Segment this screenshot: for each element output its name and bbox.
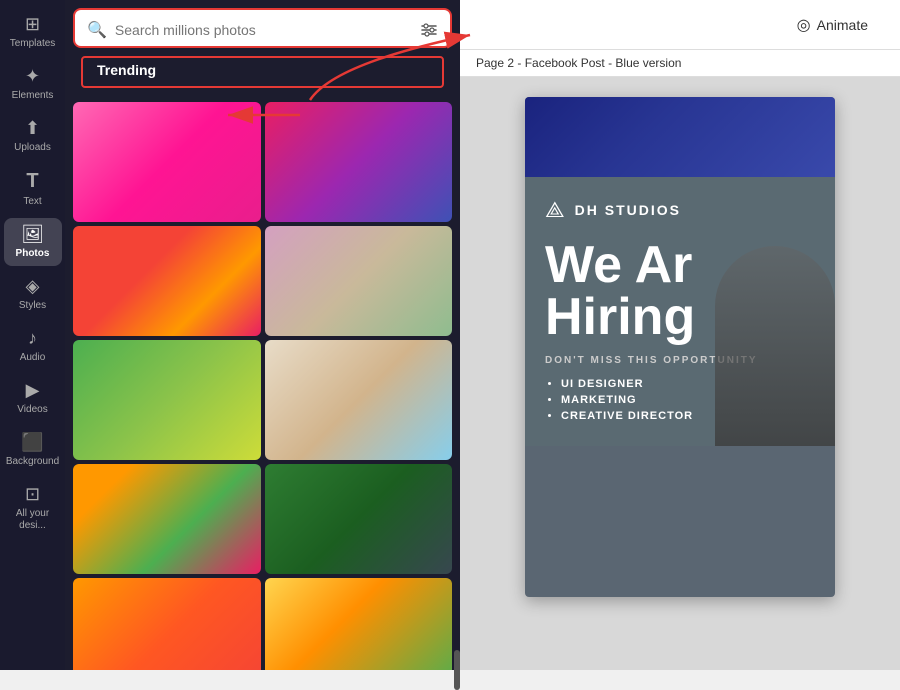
uploads-icon: ⬆ (25, 118, 40, 139)
sidebar-label-audio: Audio (20, 352, 46, 364)
sidebar-item-videos[interactable]: ▶ Videos (4, 374, 62, 422)
photo-item[interactable] (265, 340, 453, 460)
main-area: ◎ Animate Page 2 - Facebook Post - Blue … (460, 0, 900, 670)
templates-icon: ⊞ (25, 14, 40, 35)
styles-icon: ◈ (26, 276, 40, 297)
sidebar-label-photos: Photos (16, 248, 50, 260)
alldesigns-icon: ⊡ (25, 484, 40, 505)
sidebar-item-photos[interactable]: 🖼 Photos (4, 218, 62, 266)
elements-icon: ✦ (25, 66, 40, 87)
canvas-top-blue (525, 97, 835, 177)
canvas-body: ⟁ DH STUDIOS We Ar Hiring DON'T MISS THI… (525, 177, 835, 446)
sidebar-label-alldesigns: All your desi... (8, 508, 58, 532)
top-bar: ◎ Animate (460, 0, 900, 50)
sidebar-item-templates[interactable]: ⊞ Templates (4, 8, 62, 56)
photos-icon: 🖼 (21, 224, 44, 245)
dh-logo-text: DH STUDIOS (575, 202, 681, 218)
sidebar-item-background[interactable]: ⬛ Background (4, 426, 62, 474)
sidebar-label-videos: Videos (17, 404, 47, 416)
photo-item[interactable] (265, 226, 453, 336)
dh-logo: ⟁ DH STUDIOS (545, 197, 815, 223)
animate-icon: ◎ (797, 15, 811, 35)
videos-icon: ▶ (26, 380, 40, 401)
search-icon: 🔍 (87, 20, 107, 40)
sidebar-label-templates: Templates (10, 38, 56, 50)
sidebar-item-audio[interactable]: ♪ Audio (4, 322, 62, 370)
trending-label: Trending (81, 56, 444, 88)
photo-item[interactable] (73, 226, 261, 336)
figure-silhouette (715, 246, 835, 446)
sidebar-label-text: Text (23, 196, 41, 208)
photo-item[interactable] (265, 578, 453, 670)
dh-logo-icon: ⟁ (545, 197, 565, 223)
photo-item[interactable] (73, 578, 261, 670)
canvas-label: Page 2 - Facebook Post - Blue version (460, 50, 900, 77)
text-icon: T (26, 170, 38, 193)
sidebar-label-styles: Styles (19, 300, 46, 312)
sidebar-item-alldesigns[interactable]: ⊡ All your desi... (4, 478, 62, 538)
photo-item[interactable] (73, 102, 261, 222)
sidebar-item-text[interactable]: T Text (4, 164, 62, 214)
canvas-preview: ⟁ DH STUDIOS We Ar Hiring DON'T MISS THI… (460, 77, 900, 670)
sidebar-label-elements: Elements (12, 90, 54, 102)
sidebar-item-uploads[interactable]: ⬆ Uploads (4, 112, 62, 160)
filter-button[interactable] (420, 21, 438, 39)
photo-item[interactable] (73, 464, 261, 574)
sidebar-item-elements[interactable]: ✦ Elements (4, 60, 62, 108)
photos-panel: 🔍 Trending (65, 0, 460, 670)
sidebar-label-uploads: Uploads (14, 142, 51, 154)
photo-grid (65, 102, 460, 670)
sidebar: ⊞ Templates ✦ Elements ⬆ Uploads T Text … (0, 0, 65, 670)
canvas-card: ⟁ DH STUDIOS We Ar Hiring DON'T MISS THI… (525, 97, 835, 597)
animate-label: Animate (817, 17, 868, 33)
audio-icon: ♪ (28, 328, 37, 349)
sidebar-label-background: Background (6, 456, 59, 468)
photo-item[interactable] (265, 464, 453, 574)
photo-item[interactable] (265, 102, 453, 222)
search-input[interactable] (115, 22, 412, 38)
animate-button[interactable]: ◎ Animate (785, 9, 880, 41)
photo-item[interactable] (73, 340, 261, 460)
sidebar-item-styles[interactable]: ◈ Styles (4, 270, 62, 318)
background-icon: ⬛ (21, 432, 43, 453)
search-bar: 🔍 (73, 8, 452, 48)
